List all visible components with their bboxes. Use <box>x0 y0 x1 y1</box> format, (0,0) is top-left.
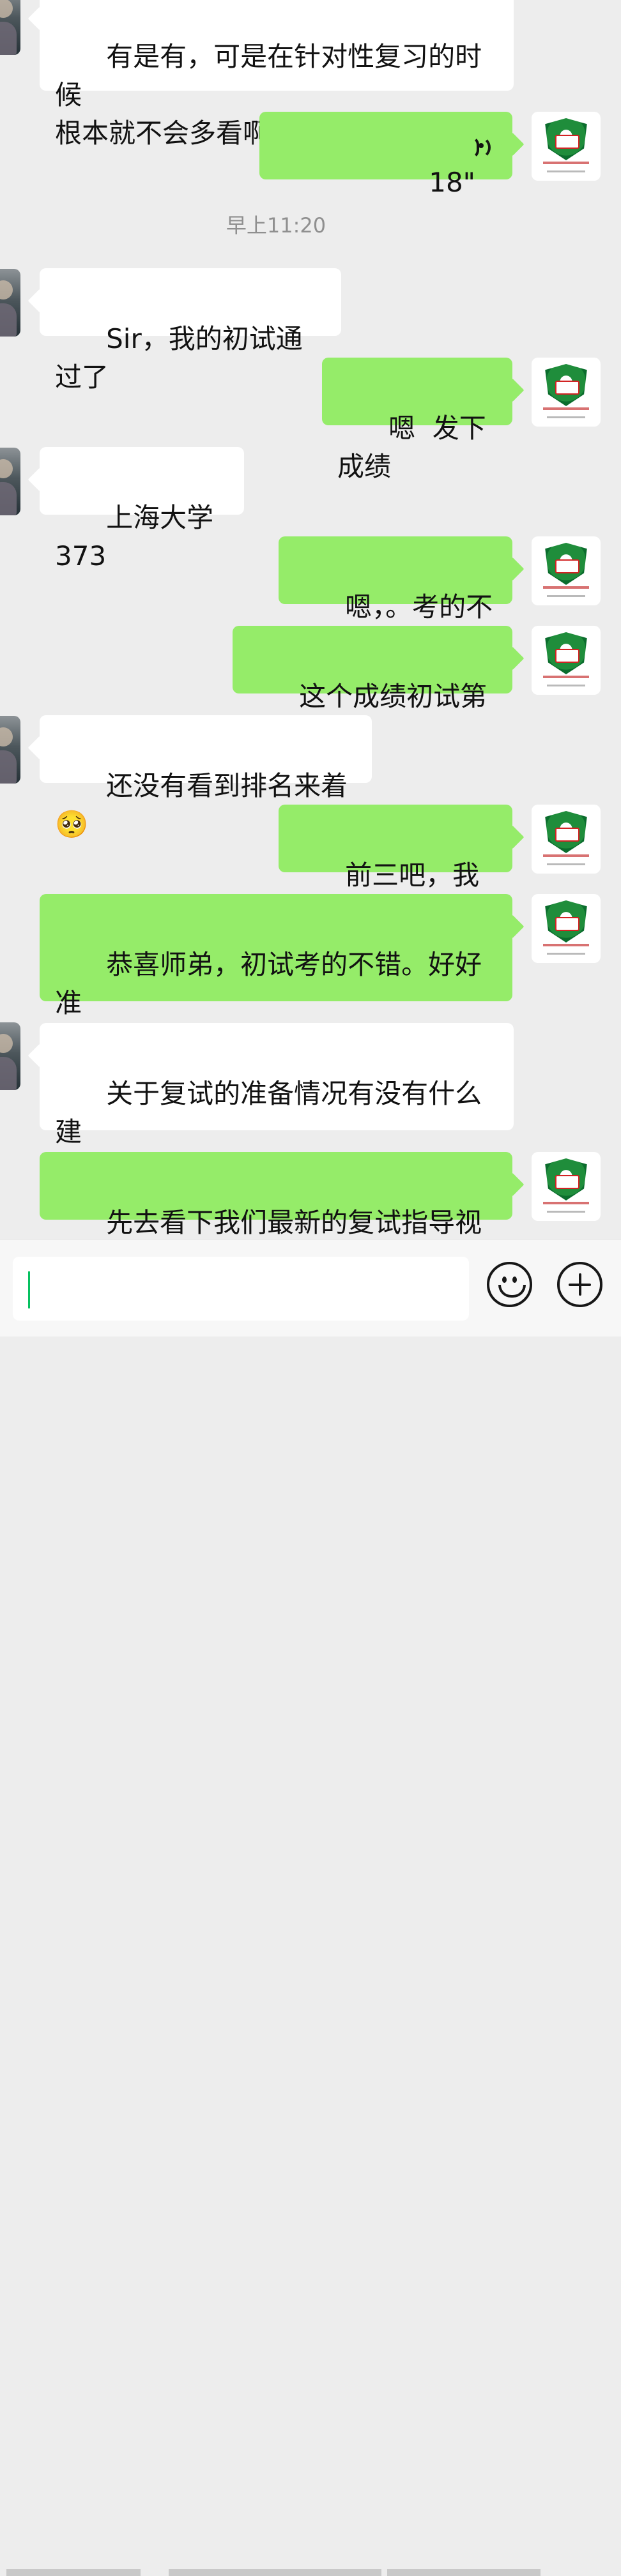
chat-history[interactable]: 有是有，可是在针对性复习的时候 根本就不会多看啊😂 18" 早上11:20 Si… <box>0 0 621 1239</box>
time-divider: 早上11:20 <box>226 213 326 238</box>
book-icon <box>555 649 579 663</box>
message-text: Sir，我的初试通过了 <box>55 323 303 393</box>
contact-avatar[interactable] <box>0 269 20 337</box>
bottom-bar-segment <box>169 2569 381 2576</box>
message-input-bar <box>0 1239 621 2576</box>
emoji-icon <box>502 1277 507 1283</box>
outgoing-message-bubble[interactable]: 前三吧，我感觉 <box>279 805 512 929</box>
outgoing-message-bubble[interactable]: 嗯 发下成绩 <box>322 358 512 482</box>
logo-icon <box>547 953 585 955</box>
logo-icon <box>543 676 589 678</box>
message-text: 上海大学 373 <box>55 502 222 572</box>
contact-avatar[interactable] <box>0 0 20 55</box>
logo-icon <box>543 407 589 410</box>
outgoing-message-bubble[interactable]: 这个成绩初试第几？ <box>233 626 512 750</box>
voice-message-bubble[interactable]: 18" <box>259 112 512 198</box>
self-avatar[interactable] <box>532 894 601 963</box>
book-icon <box>555 135 579 149</box>
incoming-message-bubble[interactable]: 还没有看到排名来着🥺 <box>40 715 372 840</box>
self-avatar[interactable] <box>532 112 601 181</box>
message-text: 嗯 发下成绩 <box>337 413 486 482</box>
self-avatar[interactable] <box>532 1152 601 1221</box>
logo-icon <box>547 416 585 418</box>
message-input[interactable] <box>13 1257 469 1321</box>
contact-avatar[interactable] <box>0 1022 20 1090</box>
logo-icon <box>543 586 589 589</box>
logo-icon <box>543 854 589 857</box>
book-icon <box>555 559 579 573</box>
emoji-icon <box>512 1277 517 1283</box>
logo-icon <box>547 1211 585 1213</box>
voice-icon <box>479 143 484 148</box>
logo-icon <box>543 162 589 164</box>
incoming-message-bubble[interactable]: 上海大学 373 <box>40 447 244 572</box>
logo-icon <box>543 1202 589 1204</box>
message-text: 先去看下我们最新的复试指导视频 <box>106 1207 482 1238</box>
book-icon <box>555 1175 579 1189</box>
incoming-message-bubble[interactable]: Sir，我的初试通过了 <box>40 268 341 393</box>
contact-avatar[interactable] <box>0 716 20 784</box>
self-avatar[interactable] <box>532 536 601 605</box>
bottom-bar-segment <box>387 2569 540 2576</box>
self-avatar[interactable] <box>532 626 601 695</box>
logo-icon <box>547 595 585 597</box>
self-avatar[interactable] <box>532 358 601 427</box>
book-icon <box>555 917 579 931</box>
logo-icon <box>547 863 585 865</box>
self-avatar[interactable] <box>532 805 601 874</box>
book-icon <box>555 828 579 842</box>
outgoing-message-bubble[interactable]: 先去看下我们最新的复试指导视频 <box>40 1152 512 1238</box>
logo-icon <box>547 685 585 686</box>
outgoing-message-bubble[interactable]: 嗯，。考的不错 <box>279 536 512 661</box>
incoming-message-bubble[interactable]: 关于复试的准备情况有没有什么建 议呀？ <box>40 1023 514 1186</box>
bottom-bar-segment <box>6 2569 141 2576</box>
incoming-message-bubble[interactable]: 有是有，可是在针对性复习的时候 根本就不会多看啊😂 <box>40 0 514 149</box>
logo-icon <box>547 170 585 172</box>
plus-icon <box>579 1273 581 1296</box>
more-button[interactable] <box>557 1262 602 1307</box>
book-icon <box>555 381 579 395</box>
logo-icon <box>543 944 589 946</box>
emoji-button[interactable] <box>487 1262 532 1307</box>
voice-duration: 18" <box>429 167 475 198</box>
outgoing-message-bubble[interactable]: 恭喜师弟，初试考的不错。好好准 备复试吧。🌹 <box>40 894 512 1057</box>
emoji-icon <box>498 1285 526 1298</box>
contact-avatar[interactable] <box>0 448 20 515</box>
text-cursor <box>28 1271 30 1308</box>
